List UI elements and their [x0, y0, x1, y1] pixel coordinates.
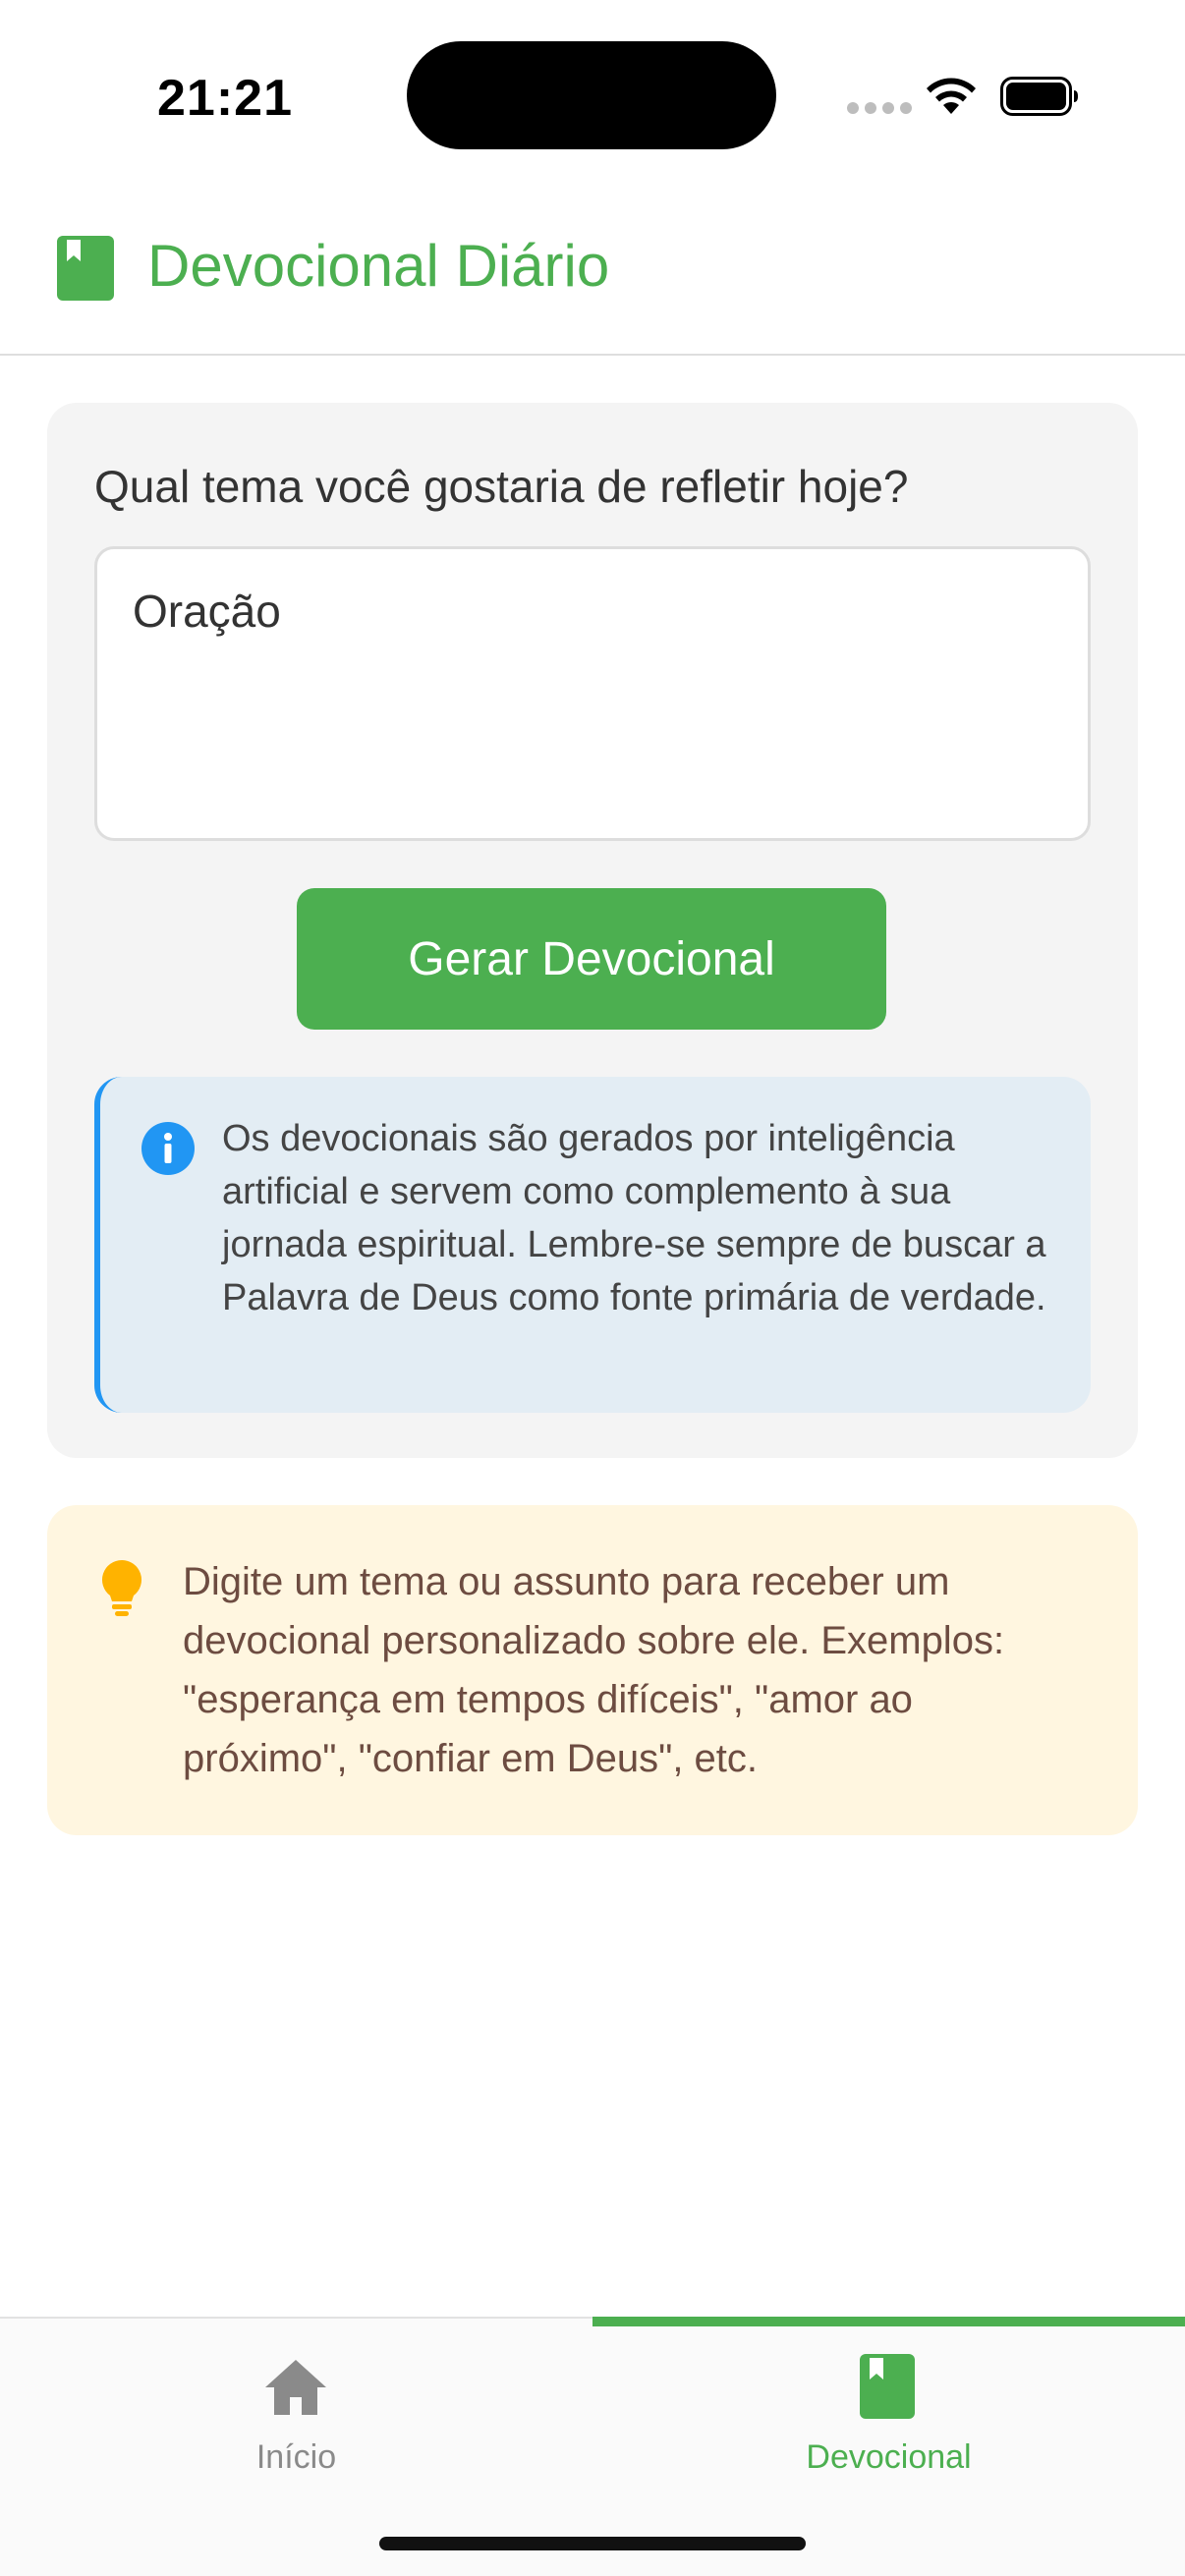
theme-input[interactable]: Oração [94, 546, 1091, 841]
book-icon [860, 2354, 915, 2419]
wifi-icon [927, 78, 976, 114]
status-time: 21:21 [157, 70, 293, 127]
book-icon [57, 236, 114, 301]
tab-devocional-label: Devocional [806, 2438, 972, 2476]
home-icon [265, 2360, 326, 2415]
info-icon [141, 1122, 195, 1175]
theme-question-label: Qual tema você gostaria de refletir hoje… [94, 461, 909, 512]
tip-text: Digite um tema ou assunto para receber u… [183, 1560, 1005, 1780]
tab-devocional[interactable]: Devocional [592, 2319, 1185, 2515]
app-header: Devocional Diário [0, 196, 1185, 356]
lightbulb-icon [102, 1560, 141, 1616]
page-title: Devocional Diário [147, 233, 610, 299]
tab-inicio[interactable]: Início [0, 2319, 592, 2515]
cellular-icon [847, 102, 912, 114]
tab-inicio-label: Início [255, 2438, 337, 2476]
battery-icon [1000, 77, 1078, 116]
ai-disclaimer-text: Os devocionais são gerados por inteligên… [222, 1118, 1046, 1318]
status-bar: 21:21 [0, 0, 1185, 187]
devotional-form-card: Qual tema você gostaria de refletir hoje… [47, 403, 1138, 1458]
generate-devotional-button[interactable]: Gerar Devocional [297, 888, 886, 1030]
tip-card: Digite um tema ou assunto para receber u… [47, 1505, 1138, 1835]
ai-disclaimer-box: Os devocionais são gerados por inteligên… [94, 1077, 1091, 1413]
dynamic-island [407, 41, 776, 149]
home-indicator [379, 2537, 806, 2550]
